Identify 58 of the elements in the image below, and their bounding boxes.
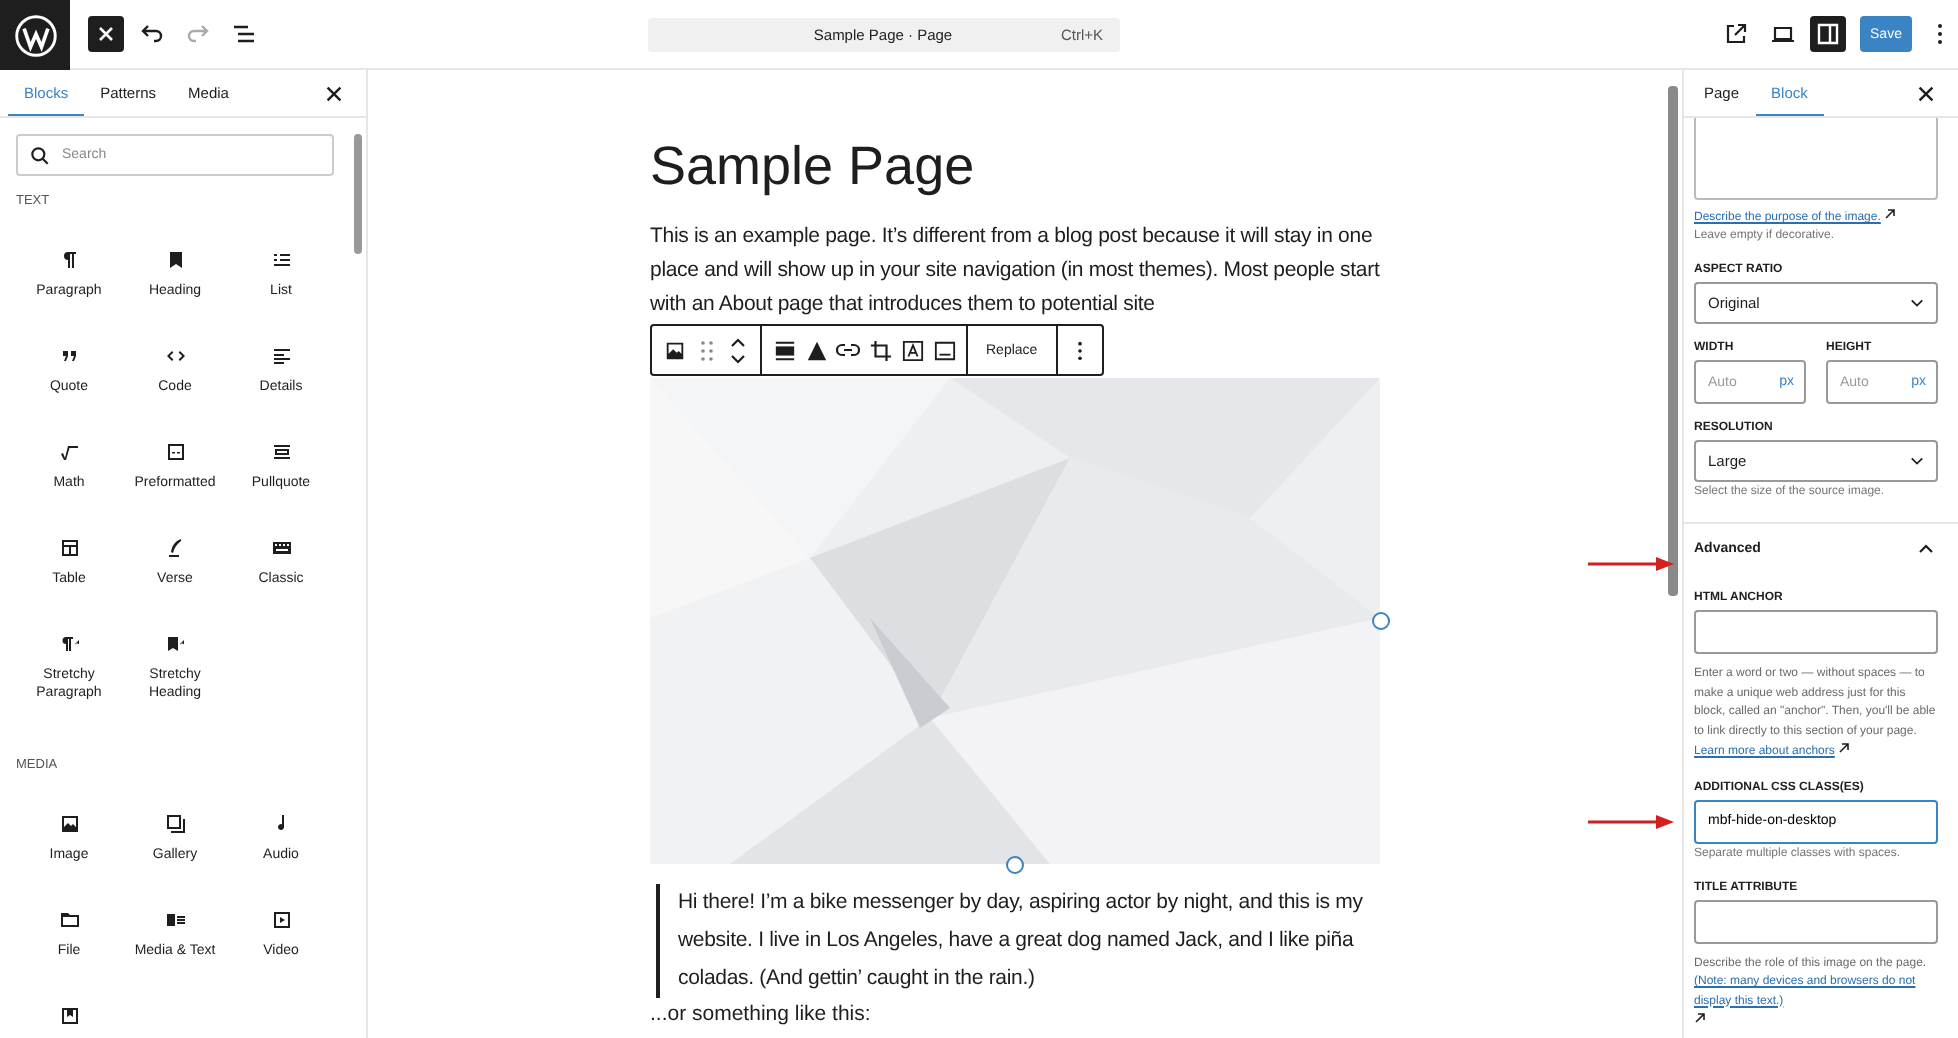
logo-icon — [13, 13, 57, 57]
more-vertical-icon — [1075, 339, 1084, 361]
external-link-icon — [1694, 1012, 1706, 1024]
image-icon — [57, 812, 81, 836]
external-link-icon — [1724, 22, 1748, 46]
paragraph: ...or something like this: — [650, 1000, 873, 1030]
math-icon — [57, 440, 81, 464]
link-icon — [836, 340, 860, 360]
preformatted-icon — [163, 440, 187, 464]
up-down-chevron-icon — [730, 337, 746, 363]
drag-icon — [699, 339, 713, 361]
chevron-down-icon — [1910, 456, 1924, 466]
triangle-icon — [805, 339, 827, 361]
settings-toggle[interactable] — [1810, 16, 1846, 52]
title-attribute-field[interactable] — [1694, 899, 1938, 943]
paragraph: This is an example page. It’s different from a blog post because it will stay in one place and will show up in your site navigation (in most themes). Most people start with an About page that introduces them to potential site — [650, 222, 1382, 320]
image-icon — [663, 339, 685, 361]
table-icon — [57, 536, 81, 560]
search-icon — [30, 145, 50, 165]
annotation-arrow — [1588, 814, 1676, 830]
close-icon — [1918, 85, 1934, 101]
laptop-icon — [1769, 22, 1795, 46]
video-icon — [269, 908, 293, 932]
folder-icon — [57, 908, 81, 932]
align-icon — [773, 339, 795, 361]
html-anchor-field[interactable] — [1694, 610, 1938, 654]
close-icon — [96, 24, 116, 44]
logo-button[interactable] — [0, 0, 70, 70]
pen-icon — [163, 536, 187, 560]
gallery-icon — [163, 812, 187, 836]
text-frame-icon — [901, 339, 923, 361]
media-text-icon — [163, 908, 187, 932]
quote: Hi there! I’m a bike messenger by day, aspiring actor by night, and this is my website. I live in Los Angeles, have a great dog named Jack, and I like piña coladas. (And gettin’ caught in the rain.) — [656, 884, 1388, 998]
list-icon — [269, 248, 293, 272]
pullquote-icon — [269, 440, 293, 464]
chevron-down-icon — [1910, 298, 1924, 308]
crop-icon — [869, 339, 891, 361]
close-icon — [326, 85, 342, 101]
close-inserter-button[interactable] — [88, 16, 124, 52]
pilcrow-arrow-icon — [57, 632, 81, 656]
annotation-arrow — [1588, 556, 1676, 572]
caption-icon — [933, 339, 955, 361]
sidebar-icon — [1816, 22, 1840, 46]
chevron-up-icon — [1918, 544, 1934, 554]
resize-handle[interactable] — [1372, 612, 1390, 630]
details-icon — [269, 344, 293, 368]
keyboard-icon — [269, 536, 293, 560]
bookmark-arrow-icon — [163, 632, 187, 656]
redo-icon — [186, 22, 210, 46]
resize-handle[interactable] — [1006, 856, 1024, 874]
external-link-icon — [1884, 208, 1897, 220]
page-title: Sample Page — [650, 136, 977, 196]
undo-icon — [140, 22, 164, 46]
alt-text-field[interactable] — [1694, 118, 1938, 200]
external-link-icon — [1838, 742, 1851, 754]
list-view-icon — [232, 22, 256, 46]
framed-bookmark-icon — [57, 1004, 81, 1028]
more-vertical-icon — [1936, 22, 1944, 46]
